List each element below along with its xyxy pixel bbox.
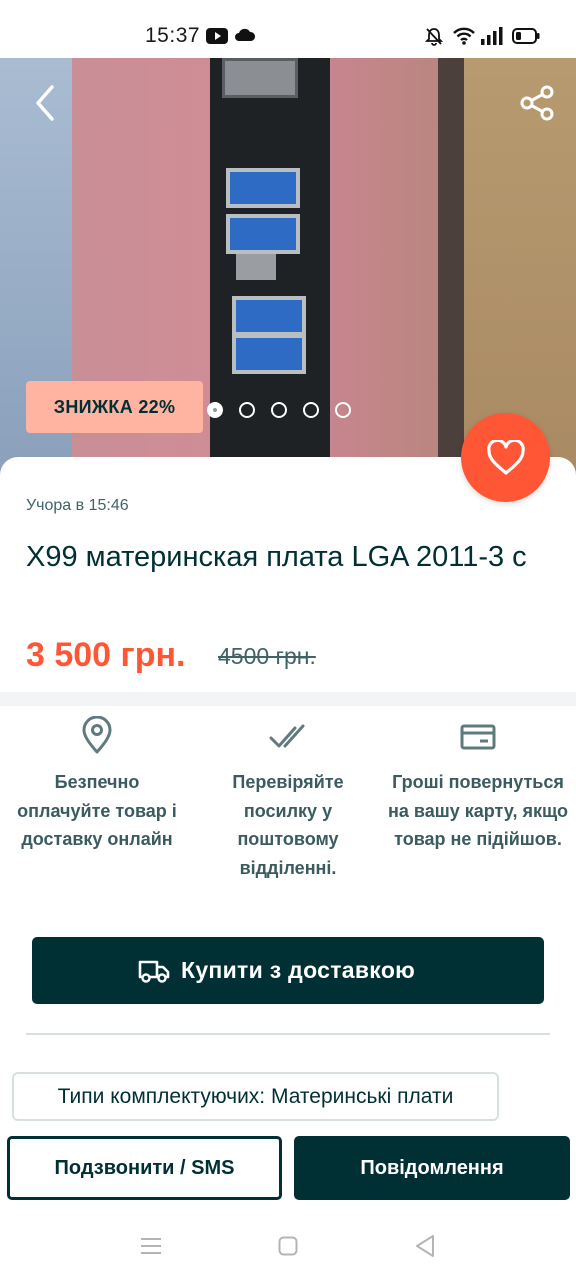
card-icon	[460, 724, 496, 750]
gallery-dot[interactable]	[335, 402, 351, 418]
gallery-dot[interactable]	[239, 402, 255, 418]
feature-money-back: Гроші повернуться на вашу карту, якщо то…	[388, 716, 568, 854]
bottom-action-bar: Подзвонити / SMS Повідомлення	[0, 1126, 576, 1216]
home-icon[interactable]	[278, 1236, 298, 1256]
feature-text: Гроші повернуться на вашу карту, якщо то…	[388, 772, 568, 849]
system-nav-bar	[0, 1216, 576, 1280]
share-icon[interactable]	[518, 84, 556, 122]
buy-button-label: Купити з доставкою	[181, 957, 416, 983]
bell-off-icon	[424, 28, 444, 46]
signal-icon	[481, 27, 503, 45]
location-pin-icon	[82, 716, 112, 754]
double-check-icon	[269, 724, 305, 748]
battery-icon	[512, 28, 540, 44]
youtube-icon	[206, 28, 228, 44]
category-tag[interactable]: Типи комплектуючих: Материнські плати	[12, 1072, 499, 1121]
menu-icon[interactable]	[140, 1236, 162, 1256]
gallery-dot[interactable]	[271, 402, 287, 418]
cloud-icon	[235, 28, 256, 41]
gallery-dot[interactable]	[303, 402, 319, 418]
divider	[26, 1033, 550, 1035]
feature-check-parcel: Перевіряйте посилку у поштовому відділен…	[198, 716, 378, 882]
status-time: 15:37	[145, 24, 201, 47]
heart-icon	[487, 440, 525, 475]
buy-with-delivery-button[interactable]: Купити з доставкою	[32, 937, 544, 1004]
old-price: 4500 грн.	[218, 643, 316, 669]
section-divider	[0, 692, 576, 706]
message-button[interactable]: Повідомлення	[294, 1136, 570, 1200]
discount-badge: ЗНИЖКА 22%	[26, 381, 203, 433]
gallery-dot[interactable]	[207, 402, 223, 418]
screen: 15:37 ЗНИЖКА 22% Учора в 15:46 X99 матер…	[0, 0, 576, 1280]
feature-text: Перевіряйте посилку у поштовому відділен…	[232, 772, 344, 878]
truck-icon	[138, 960, 170, 983]
wifi-icon	[453, 27, 475, 45]
call-sms-button[interactable]: Подзвонити / SMS	[7, 1136, 282, 1200]
nav-back-icon[interactable]	[414, 1234, 436, 1258]
favorite-button[interactable]	[461, 413, 550, 502]
listing-title: X99 материнская плата LGA 2011-3 с	[26, 541, 527, 573]
back-arrow-icon[interactable]	[28, 82, 64, 124]
feature-text: Безпечно оплачуйте товар і доставку онла…	[17, 772, 177, 849]
status-bar: 15:37	[0, 0, 576, 58]
listing-price: 3 500 грн.	[26, 636, 186, 674]
feature-safe-payment: Безпечно оплачуйте товар і доставку онла…	[7, 716, 187, 854]
posted-date: Учора в 15:46	[26, 497, 129, 514]
gallery-dots	[207, 402, 351, 418]
